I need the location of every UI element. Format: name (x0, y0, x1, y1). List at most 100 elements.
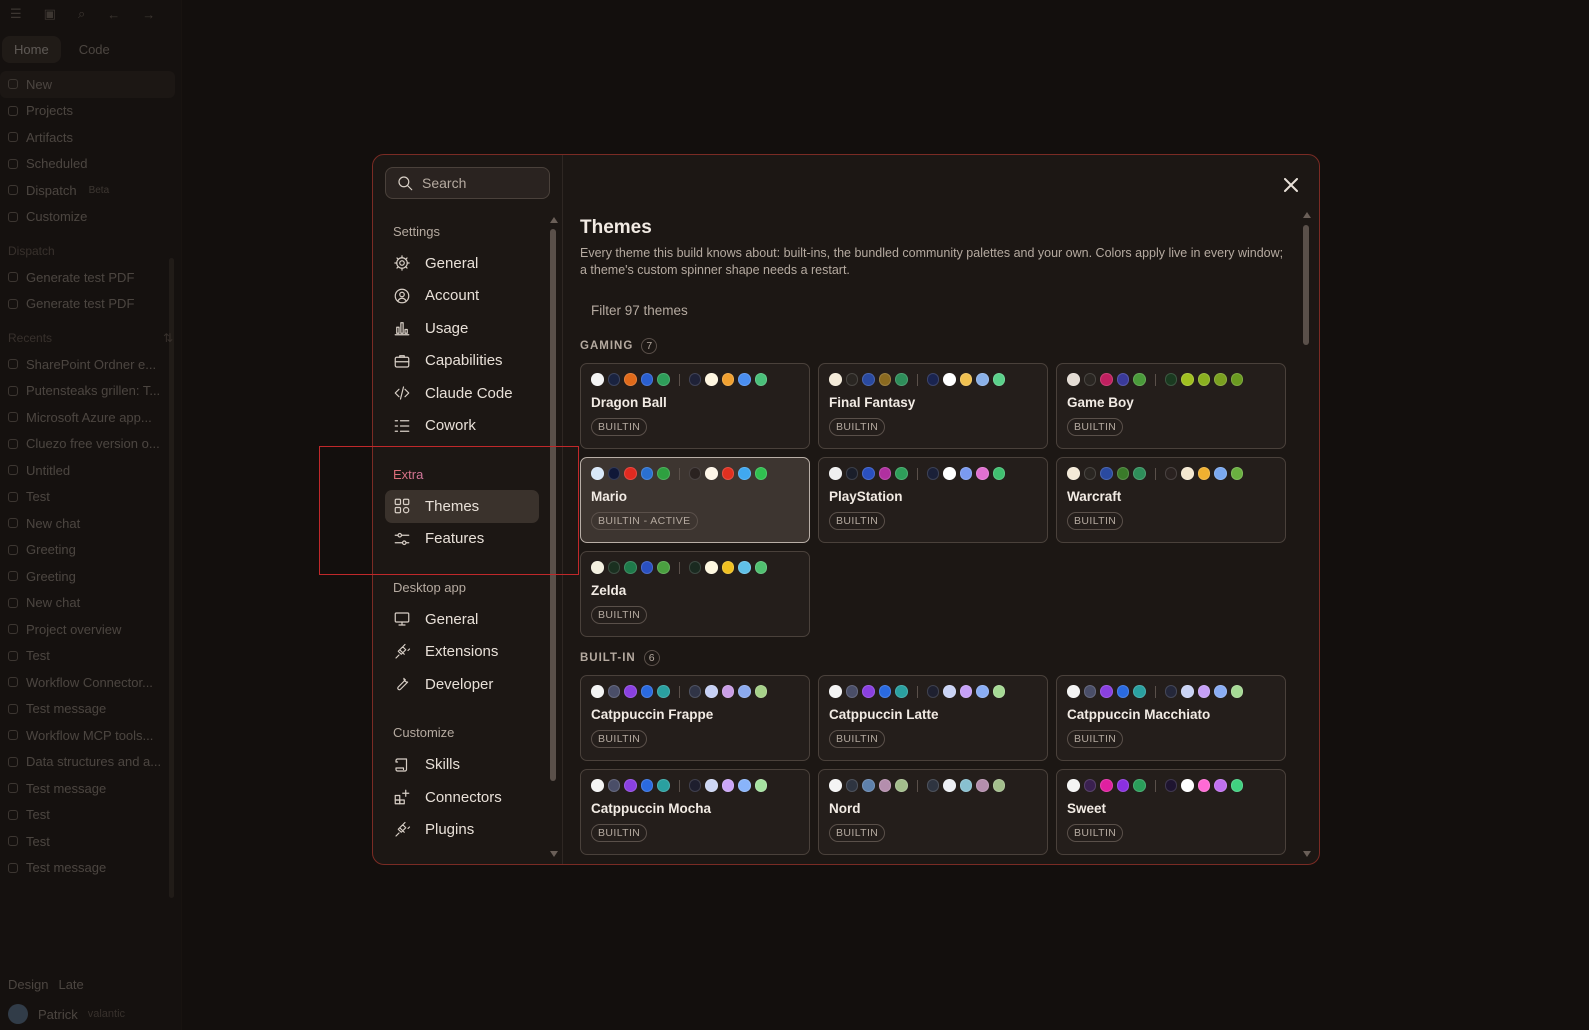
recent-chat-item[interactable]: Test (0, 802, 181, 829)
nav-dispatch[interactable]: Dispatch Beta (0, 177, 181, 204)
app-sidebar-scrollbar[interactable] (169, 258, 174, 898)
recent-chat-item[interactable]: New chat (0, 510, 181, 537)
theme-card[interactable]: Catppuccin Frappe BUILTIN (580, 675, 810, 761)
nav-projects[interactable]: Projects (0, 98, 181, 125)
tab-home[interactable]: Home (2, 36, 61, 63)
sidebar-scrollbar[interactable] (550, 229, 556, 781)
color-swatch (926, 373, 939, 386)
nav-new[interactable]: New (0, 71, 175, 98)
user-circle-icon (393, 287, 411, 305)
sidebar-item-connectors[interactable]: Connectors (385, 781, 539, 814)
scroll-down-arrow[interactable] (1303, 851, 1311, 857)
sidebar-item-themes[interactable]: Themes (385, 490, 539, 523)
recent-chat-item[interactable]: Untitled (0, 457, 181, 484)
color-swatch (705, 685, 718, 698)
content-scrollbar[interactable] (1303, 225, 1309, 345)
plug-icon (393, 821, 411, 839)
recent-chat-item[interactable]: Cluezo free version o... (0, 431, 181, 458)
theme-card[interactable]: Catppuccin Macchiato BUILTIN (1056, 675, 1286, 761)
color-swatch (1214, 779, 1227, 792)
recent-chat-item[interactable]: Test (0, 484, 181, 511)
scroll-up-arrow[interactable] (1303, 212, 1311, 218)
recent-chat-item[interactable]: SharePoint Ordner e... (0, 351, 181, 378)
theme-badge: BUILTIN (591, 824, 648, 842)
user-row[interactable]: Patrick valantic (0, 998, 181, 1030)
recent-chat-item[interactable]: Data structures and a... (0, 749, 181, 776)
nav-artifacts[interactable]: Artifacts (0, 124, 181, 151)
sidebar-item-label: Usage (425, 319, 469, 337)
recent-chat-item[interactable]: Greeting (0, 563, 181, 590)
recent-chat-label: Test message (26, 860, 107, 876)
nav-label: Projects (26, 103, 73, 119)
recent-chat-item[interactable]: Test message (0, 696, 181, 723)
theme-card[interactable]: Mario BUILTIN - ACTIVE (580, 457, 810, 543)
tab-code[interactable]: Code (67, 36, 122, 63)
recent-chat-item[interactable]: Project overview (0, 616, 181, 643)
theme-card[interactable]: Dragon Ball BUILTIN (580, 363, 810, 449)
theme-card[interactable]: Sweet BUILTIN (1056, 769, 1286, 855)
search-icon[interactable]: ⌕ (78, 6, 85, 22)
search-icon (396, 174, 414, 192)
sidebar-item-plugins[interactable]: Plugins (385, 814, 539, 847)
sidebar-item-label: Features (425, 530, 485, 548)
swatch-divider (916, 467, 918, 480)
theme-card[interactable]: Catppuccin Mocha BUILTIN (580, 769, 810, 855)
recent-chat-item[interactable]: Test (0, 643, 181, 670)
design-link[interactable]: Design (8, 977, 48, 992)
theme-name: Catppuccin Frappe (591, 707, 714, 722)
recent-chat-item[interactable]: Test (0, 828, 181, 855)
menu-icon[interactable]: ☰ (10, 6, 22, 22)
wrench-icon (393, 675, 411, 693)
grid-plus-icon (393, 788, 411, 806)
recent-chat-item[interactable]: Workflow Connector... (0, 669, 181, 696)
nav-customize[interactable]: Customize (0, 204, 181, 231)
theme-card[interactable]: Zelda BUILTIN (580, 551, 810, 637)
close-button[interactable] (1279, 173, 1303, 197)
theme-badge: BUILTIN (829, 512, 886, 530)
sidebar-item-claude-code[interactable]: Claude Code (385, 377, 539, 410)
settings-search[interactable] (385, 167, 550, 199)
color-swatch (926, 779, 939, 792)
color-swatch (1214, 373, 1227, 386)
search-input[interactable] (422, 175, 532, 191)
sidebar-toggle-icon[interactable]: ▣ (44, 6, 56, 22)
sidebar-item-account[interactable]: Account (385, 280, 539, 313)
dispatch-item[interactable]: Generate test PDF (0, 264, 181, 291)
color-swatch (976, 685, 989, 698)
sidebar-item-general[interactable]: General (385, 247, 539, 280)
dispatch-item[interactable]: Generate test PDF (0, 291, 181, 318)
theme-filter[interactable] (580, 295, 1288, 325)
recent-chat-item[interactable]: Microsoft Azure app... (0, 404, 181, 431)
back-icon[interactable]: ← (107, 7, 120, 22)
filter-input[interactable] (591, 302, 891, 318)
theme-card[interactable]: Warcraft BUILTIN (1056, 457, 1286, 543)
theme-name: Catppuccin Macchiato (1067, 707, 1211, 722)
sidebar-item-cowork[interactable]: Cowork (385, 410, 539, 443)
theme-card[interactable]: PlayStation BUILTIN (818, 457, 1048, 543)
theme-name: Sweet (1067, 801, 1107, 816)
scroll-down-arrow[interactable] (550, 851, 558, 857)
theme-card[interactable]: Final Fantasy BUILTIN (818, 363, 1048, 449)
theme-card[interactable]: Nord BUILTIN (818, 769, 1048, 855)
forward-icon[interactable]: → (142, 7, 155, 22)
recent-chat-item[interactable]: Workflow MCP tools... (0, 722, 181, 749)
sidebar-item-desktop-general[interactable]: General (385, 603, 539, 636)
color-swatch (862, 685, 875, 698)
sidebar-item-usage[interactable]: Usage (385, 312, 539, 345)
late-link[interactable]: Late (58, 977, 83, 992)
sidebar-item-skills[interactable]: Skills (385, 749, 539, 782)
theme-card[interactable]: Game Boy BUILTIN (1056, 363, 1286, 449)
sidebar-item-extensions[interactable]: Extensions (385, 636, 539, 669)
theme-card[interactable]: Catppuccin Latte BUILTIN (818, 675, 1048, 761)
sidebar-item-developer[interactable]: Developer (385, 668, 539, 701)
recent-chat-item[interactable]: New chat (0, 590, 181, 617)
sidebar-item-capabilities[interactable]: Capabilities (385, 345, 539, 378)
scroll-up-arrow[interactable] (550, 217, 558, 223)
recent-chat-item[interactable]: Putensteaks grillen: T... (0, 378, 181, 405)
nav-scheduled[interactable]: Scheduled (0, 151, 181, 178)
recent-chat-item[interactable]: Test message (0, 775, 181, 802)
bar-chart-icon (393, 319, 411, 337)
recent-chat-item[interactable]: Test message (0, 855, 181, 882)
sidebar-item-features[interactable]: Features (385, 523, 539, 556)
recent-chat-item[interactable]: Greeting (0, 537, 181, 564)
